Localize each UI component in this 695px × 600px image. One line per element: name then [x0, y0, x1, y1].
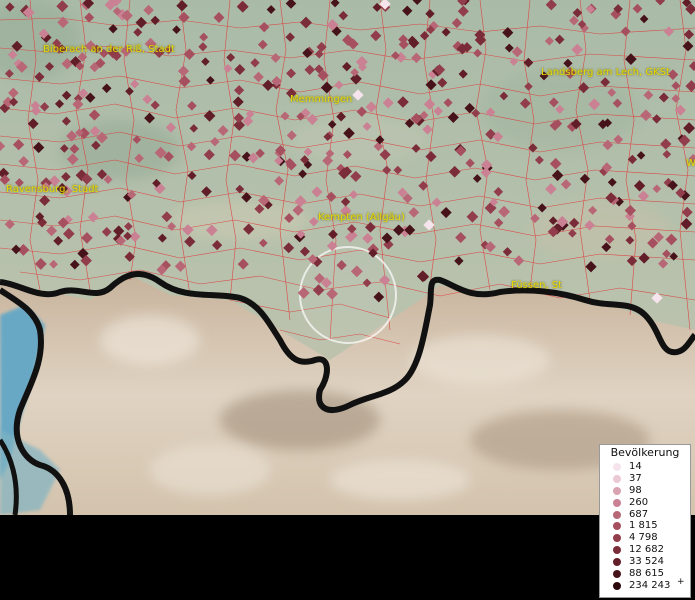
map-canvas[interactable] [0, 0, 695, 600]
legend-title: Bevölkerung [610, 446, 680, 459]
legend-swatch [613, 474, 621, 483]
legend-item: 14 [600, 461, 690, 473]
city-label-kempten[interactable]: Kempten (Allgäu) [318, 212, 405, 223]
legend-swatch [613, 581, 621, 590]
legend-swatch [613, 463, 621, 471]
legend-swatch [613, 534, 621, 543]
bottom-band [0, 515, 695, 600]
legend-swatch [613, 498, 621, 507]
legend-item: 1 815 [600, 520, 690, 532]
legend-label: 98 [629, 484, 642, 496]
city-label-fuessen[interactable]: Füssen, St [511, 280, 562, 291]
legend-item: 260 [600, 497, 690, 509]
legend-label: 1 815 [629, 520, 658, 532]
legend-swatch [613, 570, 621, 579]
legend-label: 234 243 [629, 579, 671, 591]
legend-label: 4 798 [629, 532, 658, 544]
city-label-memmingen[interactable]: Memmingen [290, 94, 352, 105]
legend-item: 98 [600, 485, 690, 497]
legend-item: 33 524 [600, 556, 690, 568]
legend-item: 12 682 [600, 544, 690, 556]
legend-list: 14 37 98 260 687 1 815 4 798 12 682 33 524 88 615… [600, 461, 690, 592]
legend-label: 88 615 [629, 568, 664, 580]
legend-item: 234 243 + [600, 576, 690, 592]
legend-label: 37 [629, 472, 642, 484]
legend-item: 687 [600, 509, 690, 521]
legend-label: 33 524 [629, 556, 664, 568]
legend-swatch [613, 522, 621, 531]
legend-item: 37 [600, 473, 690, 485]
legend-swatch [613, 546, 621, 555]
city-label-ravensburg[interactable]: Ravensburg, Stadt [6, 184, 98, 195]
legend-plus: + [677, 576, 685, 587]
legend-swatch [613, 486, 621, 495]
city-label-landsberg[interactable]: Landsberg am Lech, GKSt [541, 67, 670, 78]
legend-swatch [613, 510, 621, 519]
legend-swatch [613, 558, 621, 567]
legend-label: 12 682 [629, 544, 664, 556]
city-label-w[interactable]: W [686, 158, 695, 169]
legend-label: 687 [629, 508, 649, 520]
population-legend: Bevölkerung 14 37 98 260 687 1 815 4 798 12 682… [599, 444, 691, 598]
legend-label: 14 [629, 461, 642, 472]
city-label-biberach[interactable]: Biberach an der Riß, Stadt [43, 44, 175, 55]
legend-label: 260 [629, 496, 649, 508]
legend-item: 4 798 [600, 532, 690, 544]
